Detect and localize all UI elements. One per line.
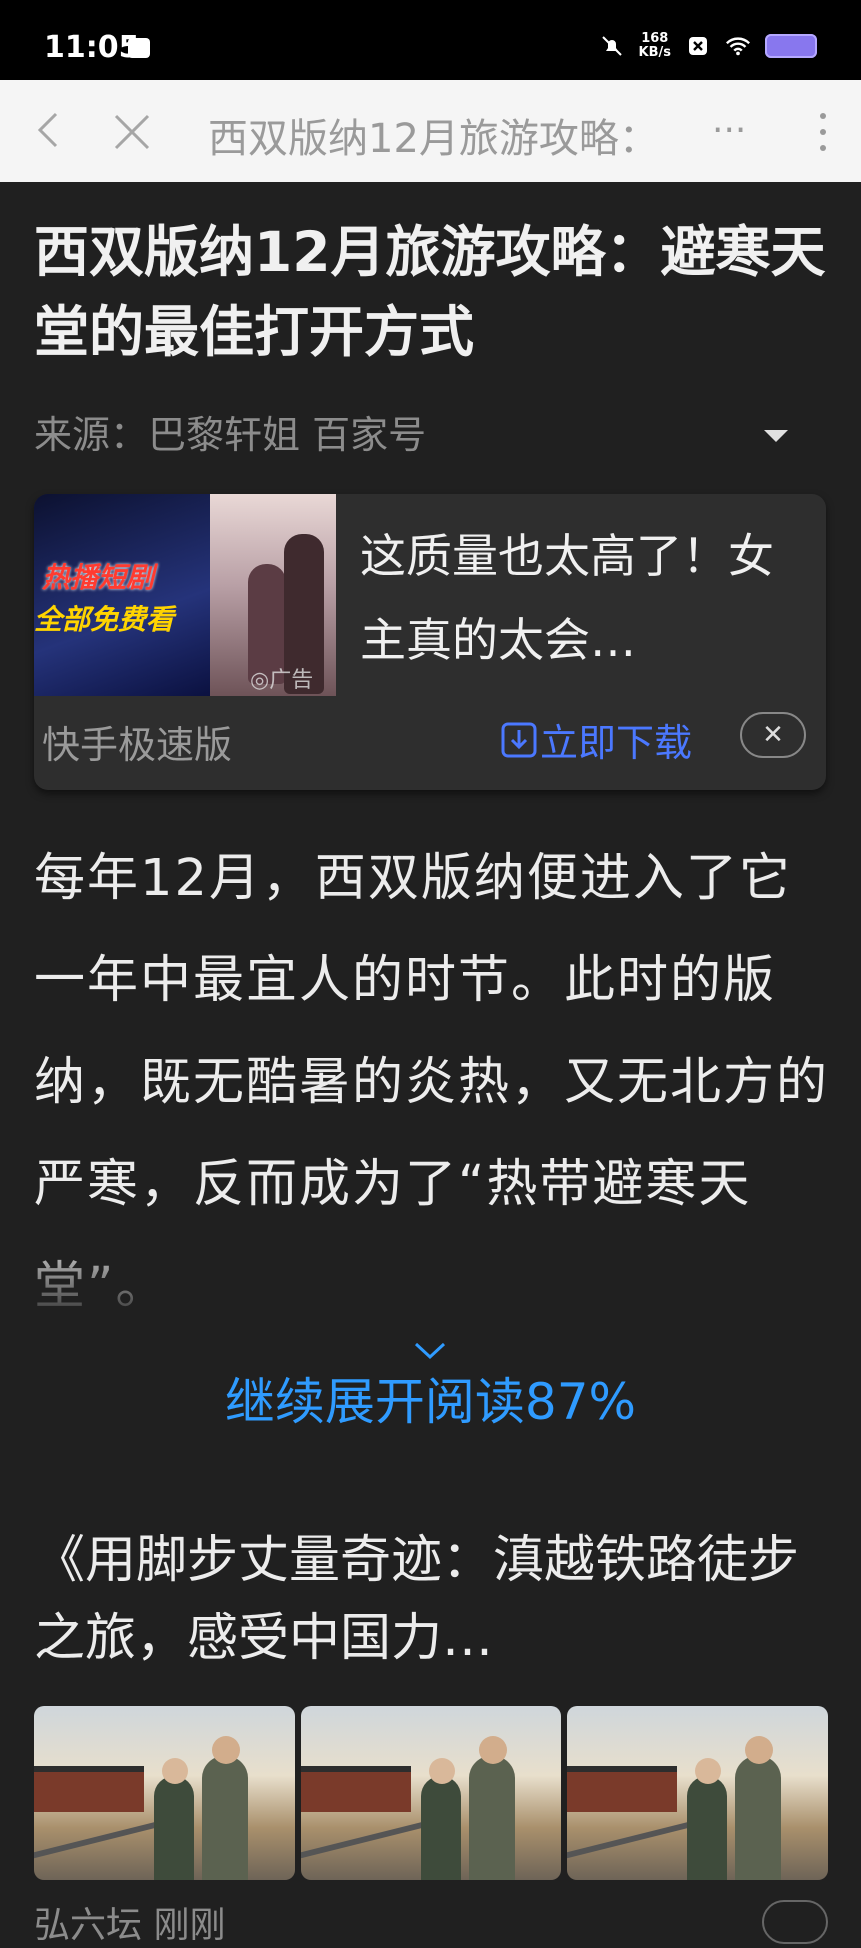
ad-app-name: 快手极速版 bbox=[42, 723, 233, 767]
ad-image-tag: 热播短剧 bbox=[42, 561, 155, 594]
article-source[interactable]: 来源：巴黎轩姐 百家号 bbox=[34, 404, 426, 459]
person-shape bbox=[420, 1776, 461, 1880]
status-time: 11:05 bbox=[44, 30, 140, 65]
person-shape bbox=[687, 1776, 728, 1880]
rail-shape bbox=[567, 1819, 698, 1859]
status-icons: 168 KB/s bbox=[599, 32, 817, 60]
ad-thumbnail[interactable]: 热播短剧 全部免费看 ◎广告 bbox=[34, 494, 336, 696]
chevron-down-icon[interactable] bbox=[414, 1342, 446, 1360]
related-article-title[interactable]: 《用脚步丈量奇迹：滇越铁路徒步之旅，感受中国力… bbox=[34, 1522, 834, 1678]
rail-shape bbox=[34, 1819, 164, 1859]
bell-muted-icon bbox=[599, 33, 625, 59]
ad-card[interactable]: 热播短剧 全部免费看 ◎广告 这质量也太高了！女主真的太会… 快手极速版 立即下… bbox=[34, 494, 826, 790]
related-image[interactable] bbox=[34, 1706, 295, 1880]
related-image[interactable] bbox=[567, 1706, 829, 1880]
page-title: 西双版纳12月旅游攻略： bbox=[208, 116, 659, 162]
wifi-icon bbox=[725, 33, 751, 59]
more-options-icon[interactable] bbox=[819, 110, 827, 154]
rail-shape bbox=[300, 1819, 431, 1859]
person-shape bbox=[735, 1756, 782, 1880]
download-label: 立即下载 bbox=[540, 721, 693, 765]
related-article-meta: 弘六坛 刚刚 bbox=[34, 1905, 226, 1946]
person-head bbox=[428, 1758, 455, 1784]
train-shape bbox=[34, 1766, 144, 1812]
caret-down-icon[interactable] bbox=[764, 430, 788, 442]
network-speed-value: 168 bbox=[641, 31, 669, 46]
content-fade bbox=[0, 1228, 861, 1328]
battery-icon bbox=[765, 34, 817, 58]
person-shape bbox=[468, 1756, 515, 1880]
download-icon bbox=[501, 722, 537, 757]
back-arrow-icon[interactable] bbox=[30, 110, 70, 150]
person-head bbox=[162, 1758, 188, 1784]
ad-text[interactable]: 这质量也太高了！女主真的太会… bbox=[360, 514, 800, 682]
person-shape bbox=[154, 1776, 194, 1880]
person-head bbox=[478, 1736, 507, 1764]
message-notification-icon bbox=[128, 38, 150, 58]
train-shape bbox=[300, 1766, 411, 1812]
ad-image-tag: 全部免费看 bbox=[34, 603, 175, 636]
train-shape bbox=[567, 1766, 678, 1812]
expand-reading-button[interactable]: 继续展开阅读87% bbox=[0, 1362, 861, 1434]
top-nav-bar: 西双版纳12月旅游攻略： ··· bbox=[0, 80, 861, 182]
ad-mark: ◎广告 bbox=[250, 668, 314, 693]
article-headline: 西双版纳12月旅游攻略：避寒天堂的最佳打开方式 bbox=[34, 220, 826, 364]
person-shape bbox=[202, 1756, 248, 1880]
network-speed-unit: KB/s bbox=[638, 45, 671, 60]
download-button[interactable]: 立即下载 bbox=[500, 712, 692, 767]
close-icon[interactable] bbox=[110, 110, 154, 154]
network-speed: 168 KB/s bbox=[639, 32, 671, 60]
related-article-images[interactable] bbox=[34, 1706, 829, 1880]
app-notification-icon bbox=[685, 33, 711, 59]
status-bar: 11:05 168 KB/s bbox=[0, 0, 861, 80]
related-image[interactable] bbox=[300, 1706, 562, 1880]
title-ellipsis: ··· bbox=[712, 110, 747, 151]
person-head bbox=[212, 1736, 240, 1764]
related-close-button[interactable] bbox=[762, 1900, 828, 1944]
ad-close-button[interactable]: ✕ bbox=[740, 712, 806, 758]
